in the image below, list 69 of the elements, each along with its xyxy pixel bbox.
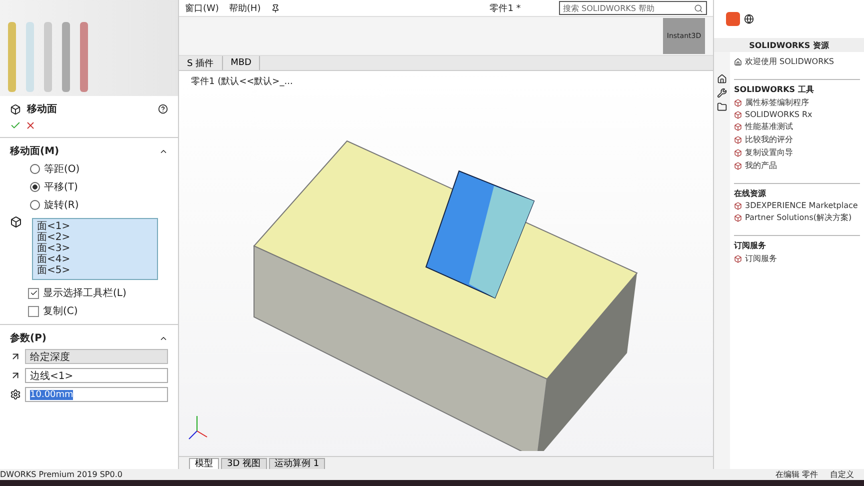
- document-title: 零件1 *: [490, 2, 521, 14]
- face-list[interactable]: 面<1> 面<2> 面<3> 面<4> 面<5>: [32, 218, 158, 280]
- list-item: 面<1>: [37, 221, 72, 232]
- resource-link[interactable]: 复制设置向导: [734, 147, 860, 158]
- axis-triad-icon: [188, 416, 208, 440]
- resource-link[interactable]: SOLIDWORKS Rx: [734, 110, 860, 119]
- welcome-link[interactable]: 欢迎使用 SOLIDWORKS: [734, 56, 860, 67]
- section-title: 移动面(M): [10, 144, 60, 158]
- resource-link[interactable]: 我的产品: [734, 160, 860, 171]
- part-label: 零件1 (默认<<默认>_...: [191, 76, 293, 88]
- list-item: 面<3>: [37, 243, 72, 254]
- radio-button[interactable]: [30, 164, 40, 174]
- resource-link[interactable]: 订阅服务: [734, 253, 860, 264]
- group-title: 订阅服务: [734, 235, 860, 251]
- cancel-icon[interactable]: [25, 120, 36, 131]
- check-icon: [30, 289, 38, 297]
- radio-button[interactable]: [30, 200, 40, 210]
- tab[interactable]: 模型: [189, 458, 219, 469]
- status-text: 自定义: [830, 469, 854, 480]
- panel-title: 移动面: [27, 102, 58, 116]
- cube-icon: [734, 148, 742, 156]
- status-text: DWORKS Premium 2019 SP0.0: [0, 470, 122, 479]
- radio-label: 旋转(R): [44, 198, 79, 212]
- checkbox[interactable]: [28, 306, 39, 316]
- search-icon[interactable]: [694, 4, 703, 12]
- cube-icon: [734, 98, 742, 106]
- radio-button[interactable]: [30, 182, 40, 192]
- ime-logo-icon: [726, 12, 740, 26]
- cube-icon: [734, 110, 742, 118]
- folder-icon[interactable]: [717, 102, 727, 112]
- cube-icon: [734, 202, 742, 210]
- input-field[interactable]: 边线<1>: [25, 368, 168, 383]
- group-title: SOLIDWORKS 工具: [734, 79, 860, 95]
- help-icon[interactable]: [158, 104, 168, 114]
- cube-icon: [734, 122, 742, 130]
- resource-link[interactable]: Partner Solutions(解决方案): [734, 212, 860, 223]
- checkbox[interactable]: [28, 288, 39, 298]
- radio-label: 平移(T): [44, 181, 78, 194]
- cube-icon: [734, 162, 742, 170]
- pane-title: SOLIDWORKS 资源: [714, 38, 864, 52]
- home-icon: [734, 58, 742, 66]
- pin-icon[interactable]: [270, 4, 280, 12]
- wrench-icon[interactable]: [717, 88, 727, 98]
- search-field[interactable]: 搜索 SOLIDWORKS 帮助: [559, 1, 707, 15]
- section-title: 参数(P): [10, 332, 48, 345]
- checkbox-label: 显示选择工具栏(L): [43, 286, 126, 300]
- menu-item[interactable]: 窗口(W): [185, 2, 219, 14]
- list-item: 面<2>: [37, 232, 72, 243]
- group-title: 在线资源: [734, 183, 860, 199]
- list-item: 面<4>: [37, 254, 72, 265]
- input-field[interactable]: 10.00mm: [25, 387, 168, 402]
- status-text: 在编辑 零件: [775, 469, 818, 480]
- radio-label: 等距(O): [44, 163, 80, 176]
- checkbox-label: 复制(C): [43, 304, 78, 318]
- tab[interactable]: 运动算例 1: [268, 458, 326, 469]
- menu-item[interactable]: 帮助(H): [228, 2, 261, 14]
- home-icon[interactable]: [717, 74, 727, 84]
- cube-icon: [734, 136, 742, 144]
- cube-icon: [734, 214, 742, 222]
- cube-icon: [734, 254, 742, 262]
- ok-icon[interactable]: [10, 120, 21, 131]
- list-item: 面<5>: [37, 265, 72, 276]
- globe-icon: [744, 14, 754, 24]
- resource-link[interactable]: 3DEXPERIENCE Marketplace: [734, 201, 860, 210]
- dropdown[interactable]: 给定深度: [25, 349, 168, 364]
- tab[interactable]: 3D 视图: [221, 458, 267, 469]
- resource-link[interactable]: 属性标签编制程序: [734, 97, 860, 108]
- resource-link[interactable]: 性能基准测试: [734, 121, 860, 132]
- resource-link[interactable]: 比较我的评分: [734, 134, 860, 145]
